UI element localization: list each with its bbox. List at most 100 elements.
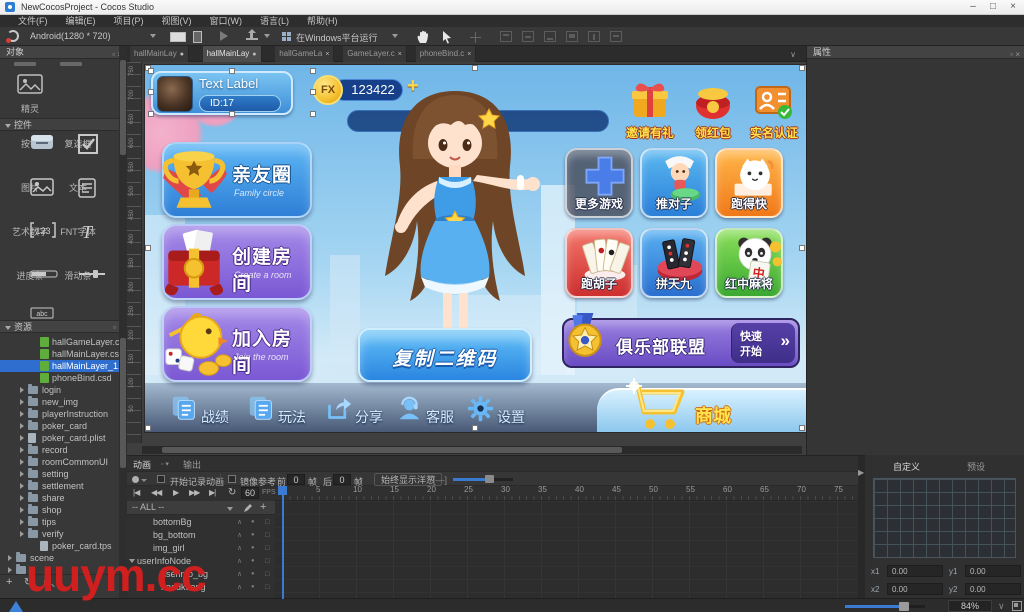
tree-expand-icon[interactable] — [20, 483, 24, 489]
tree-row-setting[interactable]: setting — [0, 468, 119, 480]
menu-item-2[interactable]: 项目(P) — [114, 15, 144, 27]
layer-lock-icon[interactable]: □ — [265, 581, 269, 594]
curve-grid[interactable] — [873, 478, 1016, 558]
game-tile-更多游戏[interactable]: 更多游戏 — [565, 148, 633, 218]
tree-row-new_img[interactable]: new_img — [0, 396, 119, 408]
palette-item-文本[interactable]: 文本 — [56, 178, 100, 194]
tree-row-hallMainLayer.csd[interactable]: hallMainLayer.csd — [0, 348, 119, 360]
editor-tab-hallMainLay[interactable]: hallMainLay● — [130, 46, 189, 62]
topright-button-3[interactable]: 实名认证 — [746, 79, 802, 97]
align-center-icon[interactable] — [522, 31, 534, 42]
tree-expand-icon[interactable] — [20, 423, 24, 429]
big-button-创建房间[interactable]: 创建房间Create a room — [162, 224, 312, 300]
nav-item-分享[interactable]: 分享 — [325, 393, 395, 427]
tree-row-settlement[interactable]: settlement — [0, 480, 119, 492]
landscape-icon[interactable] — [170, 32, 186, 42]
menu-item-6[interactable]: 帮助(H) — [307, 15, 338, 27]
add-layer-icon[interactable]: + — [260, 501, 266, 513]
tab-overflow-icon[interactable]: ∨ — [790, 50, 796, 59]
curve-field-input-y1[interactable]: 0.00 — [965, 565, 1021, 577]
loop-button[interactable]: ↻ — [228, 487, 235, 498]
menu-item-1[interactable]: 编辑(E) — [66, 15, 96, 27]
nav-item-战绩[interactable]: 战绩 — [171, 393, 241, 427]
menu-item-0[interactable]: 文件(F) — [18, 15, 48, 27]
tree-expand-icon[interactable] — [20, 411, 24, 417]
tab-output[interactable]: 输出 — [183, 458, 201, 471]
tree-expand-icon[interactable] — [8, 555, 12, 561]
user-info-plate[interactable]: Text Label ID:17 — [151, 71, 293, 115]
close-button[interactable]: × — [1004, 1, 1022, 14]
menu-item-4[interactable]: 窗口(W) — [210, 15, 243, 27]
canvas-h-scrollbar[interactable] — [142, 446, 802, 454]
timeline-zoom-slider[interactable] — [453, 478, 513, 481]
panel-mini-icons[interactable]: ▫ ▾ — [161, 460, 169, 468]
palette-item-滑动条[interactable]: 滑动条 — [56, 266, 100, 282]
device-caret-icon[interactable] — [150, 34, 156, 38]
run-target-caret-icon[interactable] — [392, 34, 398, 38]
editor-tab-hallGameLa[interactable]: hallGameLa× — [275, 46, 334, 62]
mirror-checkbox[interactable] — [228, 475, 236, 483]
selection-handle[interactable] — [310, 68, 316, 74]
portrait-icon[interactable] — [193, 31, 202, 43]
layer-visibility-icon[interactable]: ● — [251, 555, 255, 568]
tree-row-verify[interactable]: verify — [0, 528, 119, 540]
editor-tab-hallMainLay[interactable]: hallMainLay● — [203, 46, 262, 62]
selection-handle[interactable] — [229, 68, 235, 74]
controls-section-header[interactable]: 控件 — [0, 118, 127, 131]
tree-row-share[interactable]: share — [0, 492, 119, 504]
tree-expand-icon[interactable] — [20, 495, 24, 501]
layer-lock-icon[interactable]: □ — [265, 542, 269, 555]
minimize-button[interactable]: – — [964, 1, 982, 14]
game-tile-推对子[interactable]: 推对子 — [640, 148, 708, 218]
transport-start-button[interactable]: |◀ — [133, 488, 139, 497]
run-target-select[interactable]: 在Windows平台运行 — [296, 31, 378, 44]
selection-handle[interactable] — [310, 111, 316, 117]
palette-item-FNT字体[interactable]: TFNT字体 — [56, 222, 100, 238]
objects-scrollbar[interactable] — [119, 46, 127, 598]
curve-field-input-x1[interactable]: 0.00 — [887, 565, 943, 577]
shop-button[interactable]: 商城 — [597, 388, 806, 432]
selection-handle[interactable] — [229, 111, 235, 117]
hand-tool-icon[interactable] — [416, 30, 430, 44]
quick-start-button[interactable]: 快速 开始 » — [731, 323, 795, 363]
tree-expand-icon[interactable] — [20, 471, 24, 477]
align-right-icon[interactable] — [544, 31, 556, 42]
tree-expand-icon[interactable] — [20, 531, 24, 537]
nav-item-玩法[interactable]: 玩法 — [248, 393, 318, 427]
tree-expand-icon[interactable] — [20, 387, 24, 393]
transport-next-button[interactable]: ▶▶ — [189, 488, 199, 497]
record-caret-icon[interactable] — [141, 479, 147, 482]
resources-panel-header[interactable]: 资源▫ × — [0, 320, 127, 333]
distribute-h-icon[interactable] — [588, 31, 600, 42]
editor-tab-GameLayer.c[interactable]: GameLayer.c× — [343, 46, 407, 62]
layer-motion-icon[interactable]: ∧ — [237, 568, 242, 581]
cursor-tool-icon[interactable] — [441, 30, 453, 44]
layer-visibility-icon[interactable]: ● — [251, 516, 255, 529]
game-tile-跑胡子[interactable]: 跑胡子 — [565, 228, 633, 298]
panel-toggle-icon[interactable]: ▶ — [858, 468, 864, 477]
big-button-加入房间[interactable]: 加入房间Join the room — [162, 306, 312, 382]
tree-expand-icon[interactable] — [20, 399, 24, 405]
play-icon[interactable] — [220, 31, 228, 41]
tree-expand-icon[interactable] — [20, 507, 24, 513]
nav-item-设置[interactable]: 设置 — [467, 393, 537, 427]
selection-handle[interactable] — [148, 89, 154, 95]
layer-filter-select[interactable]: -- ALL -- — [132, 502, 164, 512]
transport-end-button[interactable]: ▶| — [209, 488, 215, 497]
warning-icon[interactable] — [9, 601, 23, 612]
timeline-grid[interactable] — [275, 501, 858, 599]
layer-motion-icon[interactable]: ∧ — [237, 542, 242, 555]
layer-row-bottomBg[interactable]: bottomBg∧●□ — [127, 516, 275, 529]
tab-animation[interactable]: 动画 — [133, 458, 151, 471]
menu-item-3[interactable]: 视图(V) — [162, 15, 192, 27]
game-tile-红中麻将[interactable]: 中红中麻将 — [715, 228, 783, 298]
transport-play-button[interactable]: ▶ — [173, 488, 178, 497]
selection-handle[interactable] — [148, 68, 154, 74]
selection-handle[interactable] — [799, 245, 805, 251]
record-icon[interactable] — [132, 476, 139, 483]
selection-handle[interactable] — [310, 89, 316, 95]
tree-row-record[interactable]: record — [0, 444, 119, 456]
selection-handle[interactable] — [472, 425, 478, 431]
layer-motion-icon[interactable]: ∧ — [237, 516, 242, 529]
tree-row-shop[interactable]: shop — [0, 504, 119, 516]
